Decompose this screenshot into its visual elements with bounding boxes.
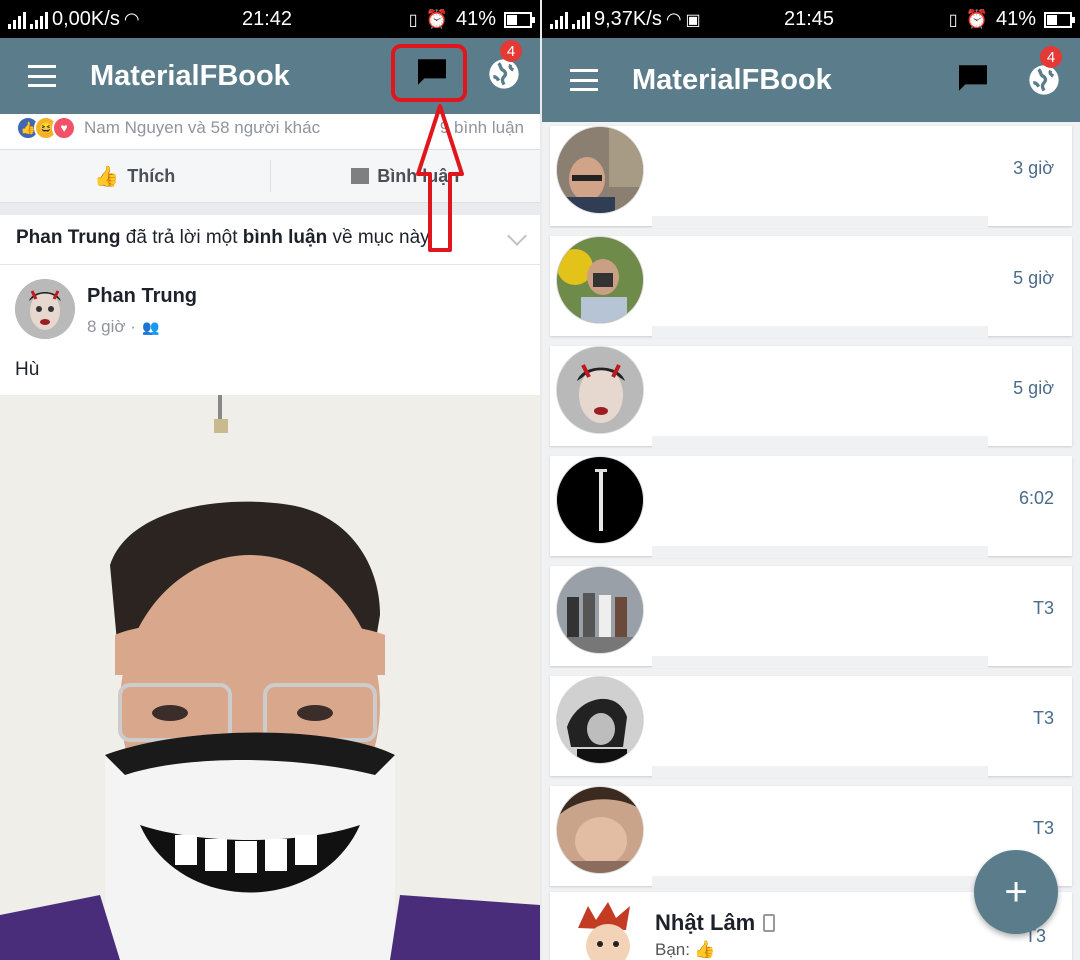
status-left: 9,37K/s ◠ ▣ [550,8,701,31]
mobile-icon [763,914,776,932]
card-gap [652,326,988,338]
post-author[interactable]: Phan Trung [87,285,197,308]
menu-icon[interactable] [28,65,56,87]
plus-icon: + [1004,870,1028,914]
battery-icon [1044,11,1075,28]
post-photo[interactable] [0,395,540,960]
conversation-item[interactable]: 5 giờ [542,232,1080,342]
card-gap [652,656,988,668]
like-button[interactable]: 👍 Thích [0,150,270,202]
avatar[interactable] [15,279,75,339]
conversation-time: 3 giờ [1013,158,1054,178]
card-gap [652,546,988,558]
card-gap [652,216,988,228]
post-header: Phan Trung 8 giờ · 👥 Hù [0,265,540,395]
thumbs-up-icon: 👍 [693,940,716,959]
comment-button[interactable]: Bình luận [271,150,541,202]
friends-icon: 👥 [141,318,160,335]
chevron-down-icon[interactable] [507,226,527,246]
avatar [556,456,644,544]
status-bar: 9,37K/s ◠ ▣ 21:45 ▯ ⏰ 41% [542,0,1080,38]
notification-badge: 4 [500,40,522,62]
post-text: Hù [15,359,40,380]
signal-icon [8,11,26,29]
like-label: Thích [127,165,176,186]
battery-percent: 41% [455,8,496,30]
conversation-time: 5 giờ [1013,268,1054,288]
vibrate-icon: ▯ [948,11,958,29]
comment-icon [351,168,370,184]
reactions-text: Nam Nguyen và 58 người khác [84,118,321,137]
conversation-time: 5 giờ [1013,378,1054,398]
notice-text-1: đã trả lời một [120,227,243,248]
conversation-item[interactable]: 6:02 [542,452,1080,562]
app-title: MaterialFBook [632,63,832,96]
contact-name: Nhật Lâm [655,910,756,935]
conversation-time: T3 [1032,708,1054,728]
signal-icon [550,11,568,29]
left-screen: 0,00K/s ◠ 21:42 ▯ ⏰ 41% MaterialFBook 4 … [0,0,540,960]
signal-icon [30,11,48,29]
status-bar: 0,00K/s ◠ 21:42 ▯ ⏰ 41% [0,0,540,38]
messages-highlight-box [391,44,467,102]
menu-icon[interactable] [570,69,598,91]
conversation-item[interactable]: 5 giờ [542,342,1080,452]
battery-percent: 41% [995,8,1036,30]
conversation-item[interactable]: 3 giờ [542,122,1080,232]
network-speed: 0,00K/s [52,8,120,30]
notice-actor: Phan Trung [16,227,121,248]
avatar [556,126,644,214]
card-gap [652,876,988,888]
last-message-prefix: Bạn: [655,940,690,959]
vibrate-icon: ▯ [408,11,418,29]
conversation-item[interactable]: T3 [542,672,1080,782]
status-time: 21:45 [784,8,835,30]
avatar-image [15,279,75,339]
signal-icon [572,11,590,29]
status-right: ▯ ⏰ 41% [408,8,535,31]
avatar [556,566,644,654]
post-time: 8 giờ · [87,317,136,336]
globe-icon[interactable] [1028,64,1060,96]
right-screen: 9,37K/s ◠ ▣ 21:45 ▯ ⏰ 41% MaterialFBook … [542,0,1080,960]
avatar [564,898,652,960]
conversation-name: Nhật Lâm [655,910,776,936]
messages-icon[interactable] [957,64,989,92]
card-gap [652,436,988,448]
app-title: MaterialFBook [90,59,290,92]
avatar [556,346,644,434]
wifi-icon: ◠ [665,9,682,29]
app-bar: MaterialFBook 4 [542,38,1080,122]
battery-icon [504,11,535,28]
annotation-arrow-icon [416,104,464,252]
post-meta: 8 giờ · 👥 [87,317,159,337]
notification-badge: 4 [1040,46,1062,68]
avatar [556,676,644,764]
status-left: 0,00K/s ◠ [8,8,140,31]
thumbs-up-icon: 👍 [94,165,120,188]
alarm-icon: ⏰ [425,9,448,29]
card-gap [652,766,988,778]
conversation-item[interactable]: T3 [542,562,1080,672]
status-right: ▯ ⏰ 41% [948,8,1075,31]
avatar [556,786,644,874]
conversation-time: 6:02 [1018,488,1054,508]
conversation-list: 3 giờ 5 giờ 5 giờ 6:02 T3 T3 T3 [542,122,1080,892]
last-message: Bạn: 👍 [655,940,715,960]
love-reaction-icon: ♥ [52,116,76,140]
new-message-fab[interactable]: + [974,850,1058,934]
notice-bold: bình luận [242,227,328,248]
network-speed: 9,37K/s [594,8,662,30]
image-icon: ▣ [685,11,701,29]
conversation-time: T3 [1032,818,1054,838]
conversation-time: T3 [1032,598,1054,618]
status-time: 21:42 [242,8,293,30]
avatar [556,236,644,324]
alarm-icon: ⏰ [965,9,988,29]
post-photo-image [0,395,540,960]
globe-icon[interactable] [488,58,520,90]
wifi-icon: ◠ [123,9,140,29]
